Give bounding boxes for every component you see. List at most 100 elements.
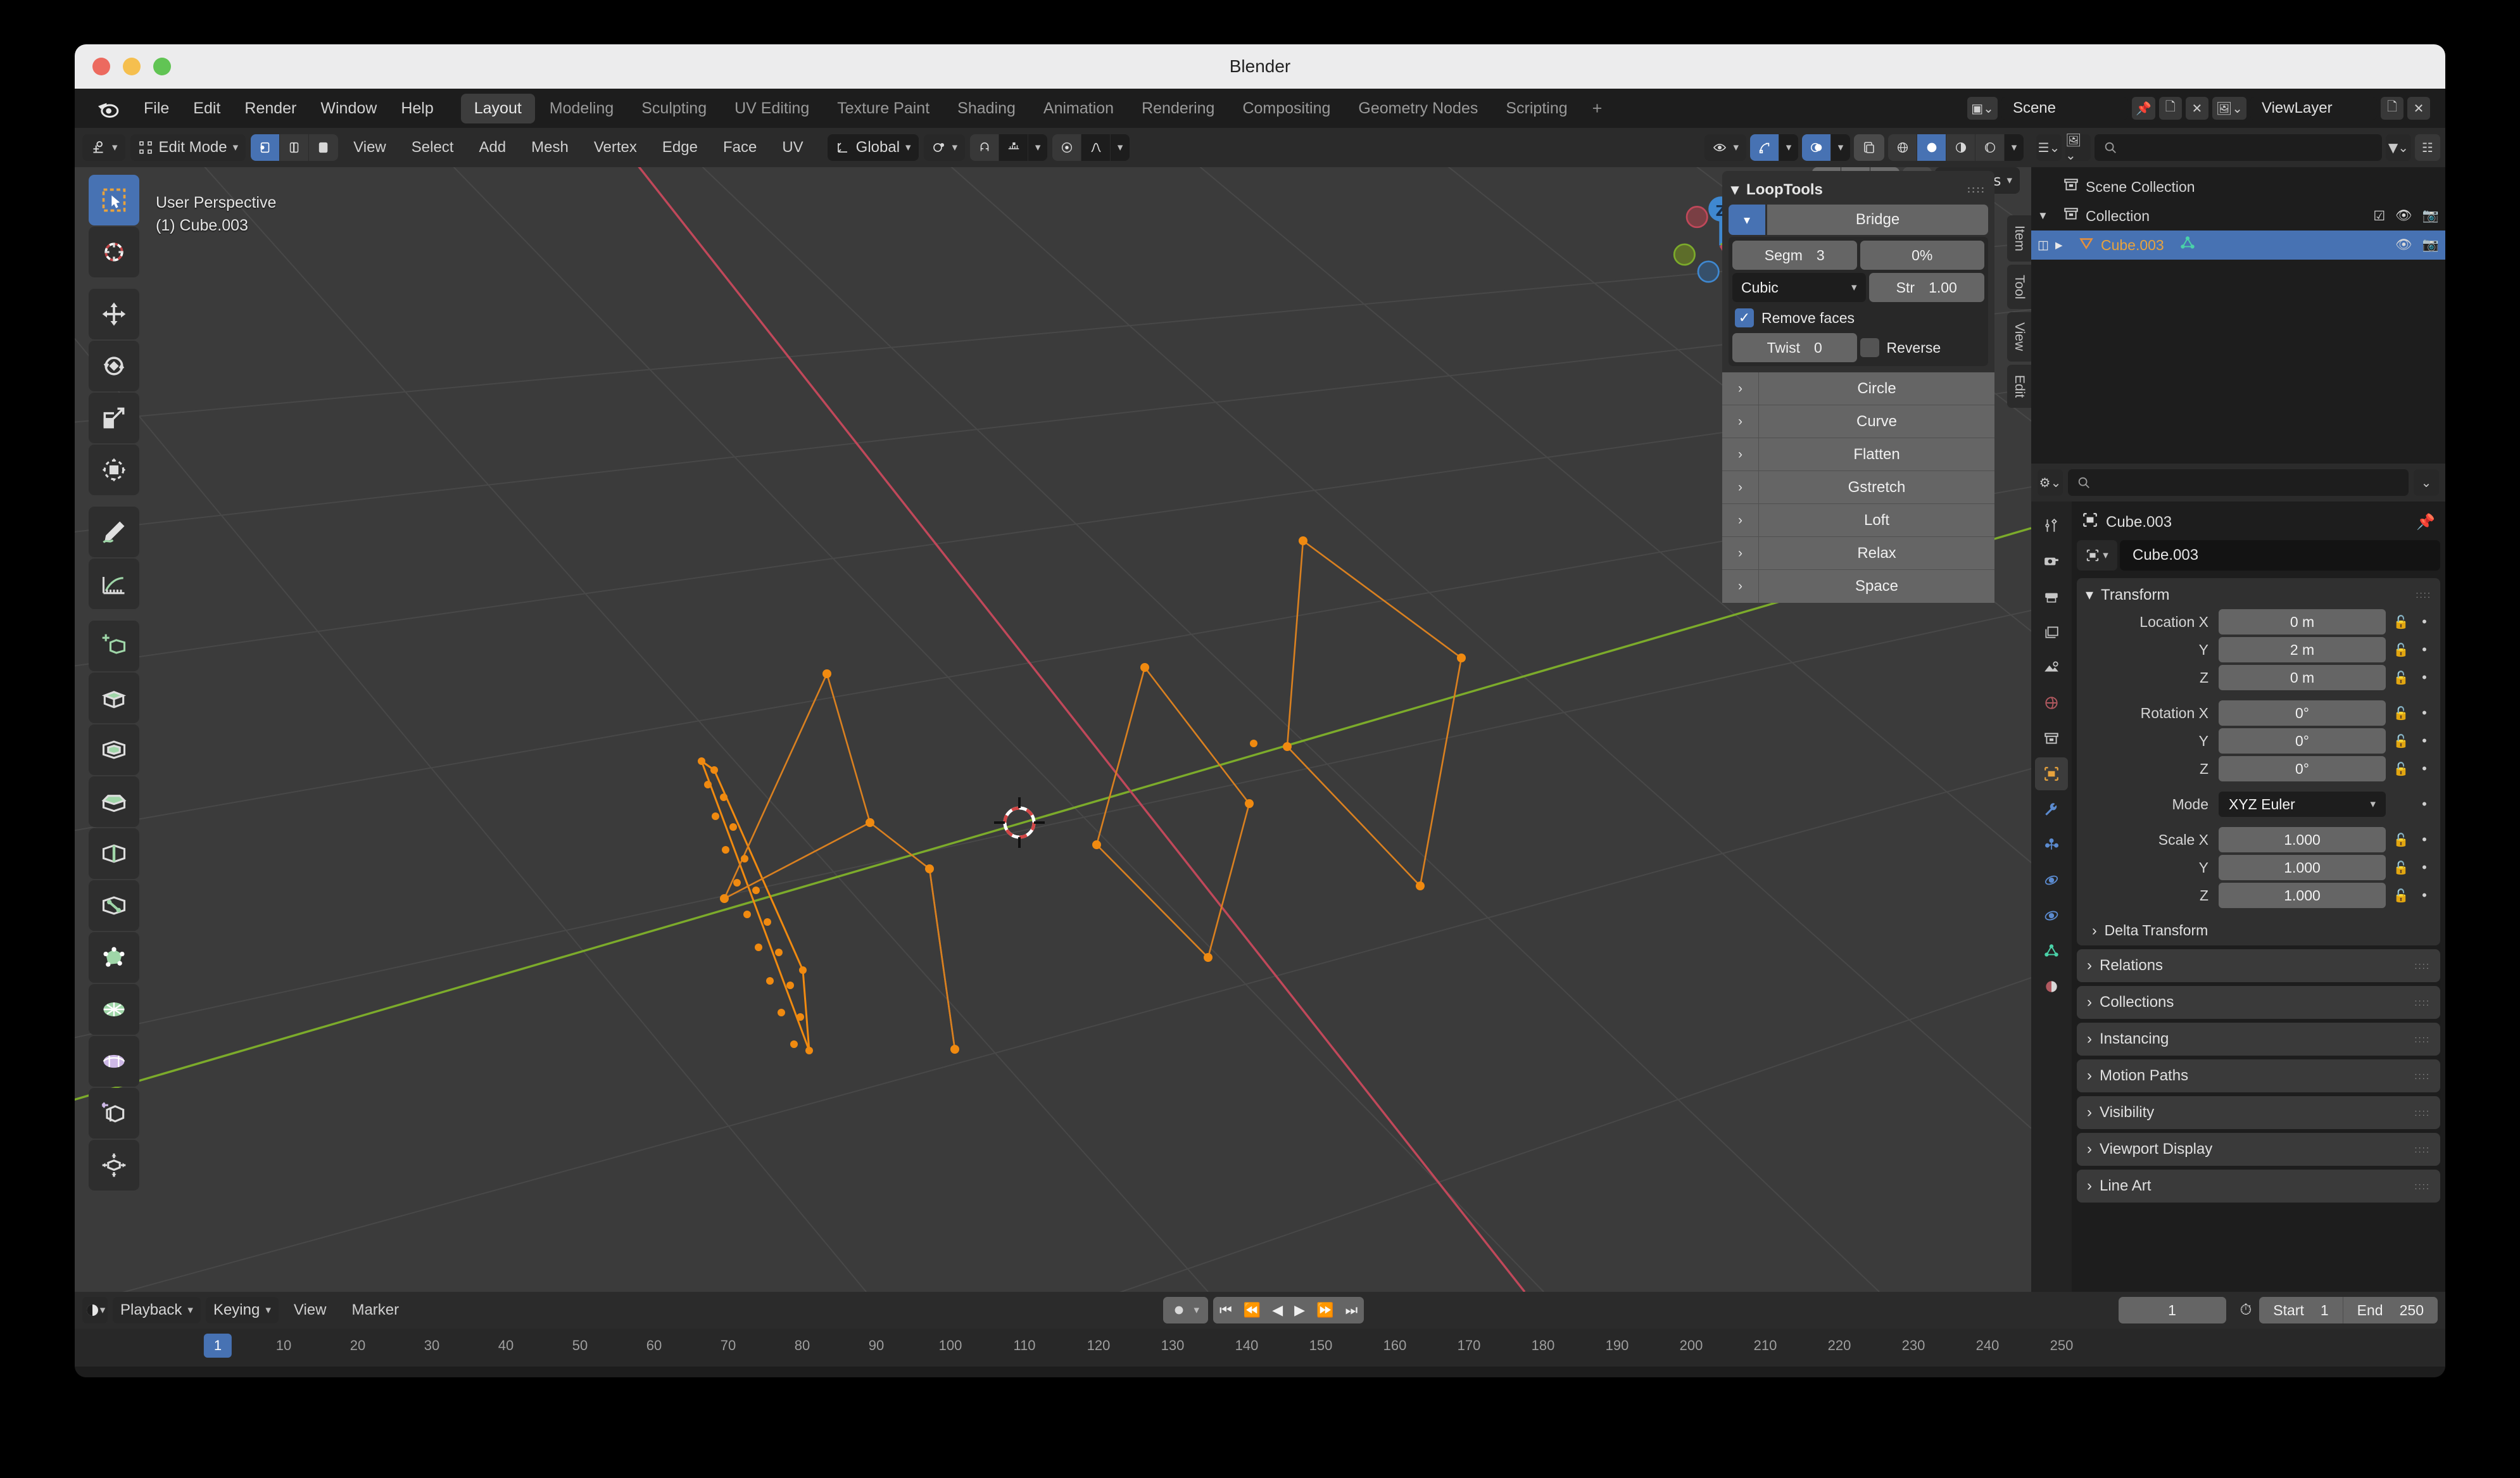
bridge-segments-field[interactable]: Segm 3 [1732, 241, 1857, 270]
transform-icon[interactable] [89, 445, 139, 495]
play-reverse-icon[interactable]: ◀ [1272, 1302, 1283, 1318]
workspace-tab-shading[interactable]: Shading [944, 94, 1029, 123]
workspace-tab-sculpting[interactable]: Sculpting [628, 94, 720, 123]
inset-faces-icon[interactable] [89, 724, 139, 775]
view-layer-icon[interactable] [2035, 616, 2068, 648]
menu-file[interactable]: File [132, 96, 181, 122]
properties-editor-type-icon[interactable]: ⚙⌄ [2038, 469, 2063, 496]
panel-collections[interactable]: › Collections :::: [2077, 986, 2440, 1019]
edge-slide-icon[interactable] [89, 1088, 139, 1139]
scale-x-input[interactable]: 1.000 [2219, 827, 2386, 852]
move-icon[interactable] [89, 289, 139, 339]
menu-render[interactable]: Render [232, 96, 308, 122]
looptools-header[interactable]: ▾ LoopTools :::: [1722, 175, 1994, 205]
reverse-checkbox[interactable] [1860, 338, 1879, 357]
outliner-row-scene-collection[interactable]: Scene Collection [2031, 172, 2445, 201]
particles-icon[interactable] [2035, 828, 2068, 861]
edge-select-icon[interactable] [280, 134, 310, 161]
overlays-dropdown-icon[interactable]: ▾ [1831, 134, 1850, 161]
scene-name-field[interactable]: Scene [2001, 97, 2128, 120]
output-icon[interactable] [2035, 580, 2068, 613]
sidebar-tab-item[interactable]: Item [2007, 215, 2031, 262]
timeline-menu-view[interactable]: View [284, 1298, 337, 1323]
auto-keying-icon[interactable]: ▾ [1163, 1297, 1208, 1323]
measure-icon[interactable] [89, 559, 139, 609]
bridge-remove-faces-row[interactable]: ✓ Remove faces [1732, 305, 1984, 333]
visibility-icon[interactable]: ▾ [1704, 134, 1746, 161]
timeline-menu-marker[interactable]: Marker [341, 1298, 409, 1323]
transform-panel-header[interactable]: ▾ Transform :::: [2077, 582, 2440, 608]
annotate-icon[interactable] [89, 507, 139, 557]
viewport-menu-face[interactable]: Face [713, 135, 767, 160]
animate-property-icon[interactable]: • [2416, 887, 2433, 904]
shading-dropdown-icon[interactable]: ▾ [2005, 134, 2024, 161]
viewlayer-name-field[interactable]: ViewLayer [2250, 97, 2377, 120]
add-cube-icon[interactable] [89, 621, 139, 671]
rotation-y-input[interactable]: 0° [2219, 728, 2386, 754]
chevron-right-icon[interactable]: › [2087, 1067, 2092, 1085]
looptools-item-loft[interactable]: › Loft [1722, 503, 1994, 537]
outliner-row-collection[interactable]: ▼ Collection ☑ 👁 📷 [2031, 201, 2445, 231]
data-icon[interactable] [2035, 935, 2068, 968]
sidebar-tab-view[interactable]: View [2007, 312, 2031, 362]
scale-z-input[interactable]: 1.000 [2219, 883, 2386, 908]
chevron-right-icon[interactable]: › [2087, 1140, 2092, 1158]
looptools-item-circle[interactable]: › Circle [1722, 372, 1994, 405]
workspace-tab-scripting[interactable]: Scripting [1492, 94, 1580, 123]
animate-property-icon[interactable]: • [2416, 705, 2433, 721]
constraints-icon[interactable] [2035, 899, 2068, 932]
panel-visibility[interactable]: › Visibility :::: [2077, 1096, 2440, 1129]
chevron-right-icon[interactable]: › [1722, 405, 1759, 438]
menu-edit[interactable]: Edit [181, 96, 232, 122]
jump-start-icon[interactable]: ⏮ [1219, 1302, 1232, 1318]
properties-options-icon[interactable]: ⌄ [2414, 469, 2439, 496]
lock-icon[interactable]: 🔓 [2391, 670, 2411, 686]
outliner-display-mode-icon[interactable]: ☰⌄ [2036, 134, 2062, 161]
bridge-reverse-row[interactable]: Reverse [1860, 333, 1985, 362]
chevron-down-icon[interactable]: ▾ [1731, 180, 1739, 199]
looptools-item-space[interactable]: › Space [1722, 570, 1994, 603]
timeline-menu-keying[interactable]: Keying ▾ [205, 1297, 279, 1323]
chevron-right-icon[interactable]: › [2087, 1177, 2092, 1195]
cursor-icon[interactable] [89, 227, 139, 277]
menu-help[interactable]: Help [389, 96, 445, 122]
xray-icon[interactable] [1854, 134, 1884, 161]
animate-property-icon[interactable]: • [2416, 669, 2433, 686]
outliner-search-input[interactable] [2095, 134, 2382, 161]
animate-property-icon[interactable]: • [2416, 796, 2433, 812]
spin-icon[interactable] [89, 984, 139, 1035]
new-viewlayer-icon[interactable]: 🗋 [2381, 97, 2403, 120]
lock-icon[interactable]: 🔓 [2391, 705, 2411, 721]
workspace-tab-uv-editing[interactable]: UV Editing [721, 94, 822, 123]
scale-y-input[interactable]: 1.000 [2219, 855, 2386, 880]
falloff-curve-icon[interactable] [1081, 134, 1111, 161]
use-preview-range-icon[interactable]: ⏱ [2240, 1301, 2252, 1319]
physics-icon[interactable] [2035, 864, 2068, 897]
lock-icon[interactable]: 🔓 [2391, 733, 2411, 749]
magnet-icon[interactable] [970, 134, 1000, 161]
viewport-canvas[interactable]: User Perspective (1) Cube.003 Z Item Too… [75, 167, 2031, 1292]
panel-viewport-display[interactable]: › Viewport Display :::: [2077, 1133, 2440, 1166]
panel-instancing[interactable]: › Instancing :::: [2077, 1023, 2440, 1056]
camera-icon[interactable]: 📷 [2422, 237, 2439, 253]
workspace-tab-rendering[interactable]: Rendering [1128, 94, 1228, 123]
vertex-select-icon[interactable] [251, 134, 280, 161]
timeline-editor-type-icon[interactable]: ▾ [82, 1297, 108, 1323]
remove-faces-checkbox[interactable]: ✓ [1735, 308, 1754, 327]
chevron-right-icon[interactable]: › [2087, 1104, 2092, 1121]
viewlayer-browse-icon[interactable]: 🖼⌄ [2212, 97, 2246, 120]
pin-scene-icon[interactable]: 📌 [2131, 97, 2155, 120]
pivot-point-icon[interactable]: ▾ [923, 134, 966, 161]
render-icon[interactable] [2035, 545, 2068, 578]
bridge-strength-field[interactable]: Str 1.00 [1868, 273, 1984, 302]
workspace-tab-animation[interactable]: Animation [1030, 94, 1127, 123]
rotation-x-input[interactable]: 0° [2219, 700, 2386, 726]
start-frame-input[interactable]: Start 1 [2259, 1297, 2343, 1323]
timeline-menu-playback[interactable]: Playback ▾ [113, 1297, 201, 1323]
pin-icon[interactable]: 📌 [2416, 513, 2435, 531]
overlays-icon[interactable] [1802, 134, 1831, 161]
bridge-expand-icon[interactable]: ▾ [1729, 205, 1765, 235]
animate-property-icon[interactable]: • [2416, 733, 2433, 749]
viewport-menu-uv[interactable]: UV [772, 135, 813, 160]
transform-orientation-selector[interactable]: Global ▾ [827, 134, 919, 161]
